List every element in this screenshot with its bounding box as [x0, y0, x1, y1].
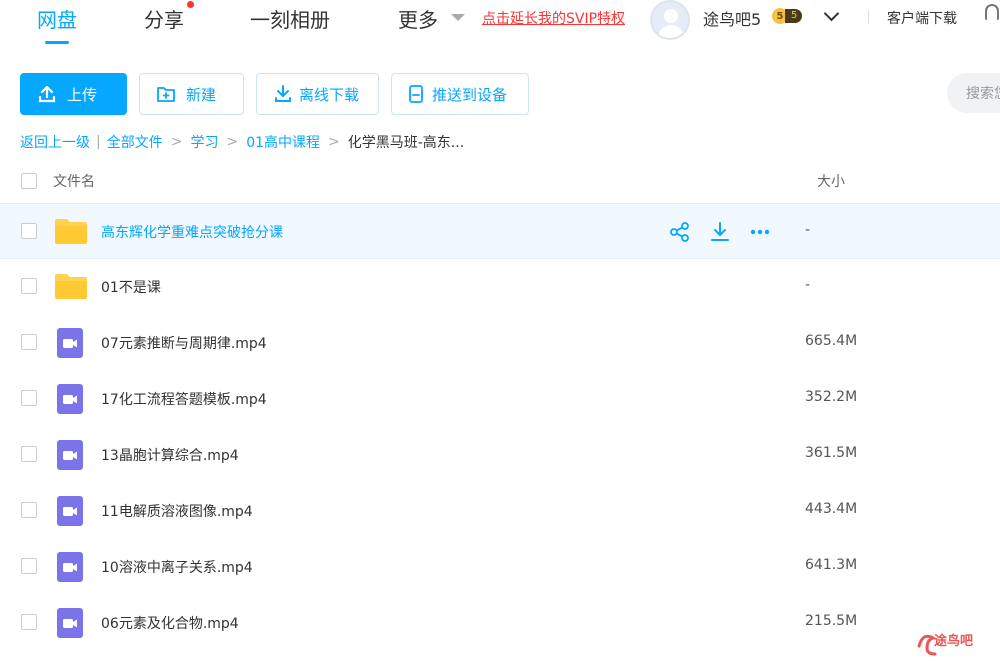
download-icon[interactable]: [708, 220, 732, 244]
file-name[interactable]: 17化工流程答题模板.mp4: [101, 389, 267, 409]
level-tag: 5: [785, 9, 803, 23]
notification-dot: [187, 1, 194, 8]
tab-photo-album[interactable]: 一刻相册: [250, 4, 330, 33]
more-options-icon[interactable]: [748, 220, 772, 244]
table-row[interactable]: 17化工流程答题模板.mp4 352.2M: [0, 371, 1000, 427]
file-name[interactable]: 11电解质溶液图像.mp4: [101, 501, 253, 521]
push-to-device-label: 推送到设备: [432, 85, 508, 104]
level-badge: 5 5: [772, 8, 803, 24]
upload-icon: [37, 84, 57, 104]
row-checkbox[interactable]: [21, 334, 37, 350]
select-all-checkbox[interactable]: [21, 173, 37, 189]
file-name[interactable]: 01不是课: [101, 277, 161, 297]
column-header-size[interactable]: 大小: [817, 171, 845, 191]
chevron-down-icon[interactable]: [451, 14, 465, 21]
top-nav: 网盘 分享 一刻相册 更多 点击延长我的SVIP特权 途鸟吧5 5 5 客户端下…: [0, 0, 1000, 56]
watermark-text: 途鸟吧: [934, 634, 974, 649]
file-size: 665.4M: [805, 333, 858, 349]
tab-netdisk[interactable]: 网盘: [37, 4, 77, 33]
file-size: 215.5M: [805, 613, 858, 629]
row-checkbox[interactable]: [21, 278, 37, 294]
breadcrumb-separator-icon: >: [226, 134, 239, 150]
new-folder-icon: [156, 85, 176, 103]
new-label: 新建: [186, 85, 217, 104]
row-actions: [668, 220, 772, 244]
offline-download-button[interactable]: 离线下载: [256, 73, 379, 115]
breadcrumb-separator-icon: >: [328, 134, 340, 150]
breadcrumb-current: 化学黑马班-高东...: [347, 135, 465, 151]
bell-icon[interactable]: [985, 4, 999, 20]
client-download-link[interactable]: 客户端下载: [887, 8, 957, 28]
file-name[interactable]: 07元素推断与周期律.mp4: [101, 333, 267, 353]
table-row[interactable]: 10溶液中离子关系.mp4 641.3M: [0, 539, 1000, 595]
folder-icon: [55, 219, 87, 244]
username[interactable]: 途鸟吧5: [703, 6, 761, 30]
file-name[interactable]: 13晶胞计算综合.mp4: [101, 445, 239, 465]
column-header-name[interactable]: 文件名: [53, 171, 95, 191]
video-file-icon: [57, 384, 83, 414]
avatar[interactable]: [650, 0, 690, 40]
row-checkbox[interactable]: [21, 390, 37, 406]
folder-icon: [55, 274, 87, 299]
breadcrumb-item-all-files[interactable]: 全部文件: [107, 132, 163, 152]
tab-more[interactable]: 更多: [398, 4, 438, 33]
row-checkbox[interactable]: [21, 223, 37, 239]
new-button[interactable]: 新建: [139, 73, 244, 115]
video-file-icon: [57, 496, 83, 526]
file-size: 641.3M: [805, 557, 858, 573]
tab-share[interactable]: 分享: [144, 4, 184, 33]
row-checkbox[interactable]: [21, 502, 37, 518]
table-row[interactable]: 高东辉化学重难点突破抢分课 -: [0, 203, 1000, 259]
nav-divider: [868, 10, 869, 24]
user-menu-chevron-icon[interactable]: [823, 5, 840, 22]
file-size: 443.4M: [805, 501, 858, 517]
file-size: -: [805, 277, 811, 293]
file-size: 352.2M: [805, 389, 858, 405]
device-icon: [408, 84, 424, 104]
table-row[interactable]: 06元素及化合物.mp4 215.5M: [0, 595, 1000, 651]
svip-extend-link[interactable]: 点击延长我的SVIP特权: [482, 8, 625, 28]
row-checkbox[interactable]: [21, 614, 37, 630]
row-checkbox[interactable]: [21, 446, 37, 462]
search-placeholder: 搜索您: [966, 86, 1000, 102]
file-name[interactable]: 10溶液中离子关系.mp4: [101, 557, 253, 577]
offline-download-label: 离线下载: [299, 85, 360, 104]
table-row[interactable]: 07元素推断与周期律.mp4 665.4M: [0, 315, 1000, 371]
row-checkbox[interactable]: [21, 558, 37, 574]
breadcrumb-item-study[interactable]: 学习: [190, 132, 218, 152]
file-size: -: [805, 222, 811, 238]
download-icon: [273, 84, 293, 104]
upload-label: 上传: [67, 85, 98, 104]
file-name[interactable]: 高东辉化学重难点突破抢分课: [101, 222, 283, 242]
active-tab-indicator: [45, 41, 69, 44]
video-file-icon: [57, 328, 83, 358]
table-row[interactable]: 11电解质溶液图像.mp4 443.4M: [0, 483, 1000, 539]
breadcrumb: 返回上一级 | 全部文件 > 学习 > 01高中课程 > 化学黑马班-高东...: [20, 132, 465, 152]
video-file-icon: [57, 608, 83, 638]
breadcrumb-separator-icon: >: [170, 134, 183, 150]
table-header: [0, 162, 1000, 202]
video-file-icon: [57, 440, 83, 470]
share-icon[interactable]: [668, 220, 692, 244]
breadcrumb-item-high-school[interactable]: 01高中课程: [246, 132, 320, 152]
table-row[interactable]: 01不是课 -: [0, 259, 1000, 315]
breadcrumb-back-link[interactable]: 返回上一级: [20, 132, 90, 152]
file-size: 361.5M: [805, 445, 858, 461]
file-name[interactable]: 06元素及化合物.mp4: [101, 613, 239, 633]
upload-button[interactable]: 上传: [20, 73, 127, 115]
push-to-device-button[interactable]: 推送到设备: [391, 73, 529, 115]
video-file-icon: [57, 552, 83, 582]
table-row[interactable]: 13晶胞计算综合.mp4 361.5M: [0, 427, 1000, 483]
